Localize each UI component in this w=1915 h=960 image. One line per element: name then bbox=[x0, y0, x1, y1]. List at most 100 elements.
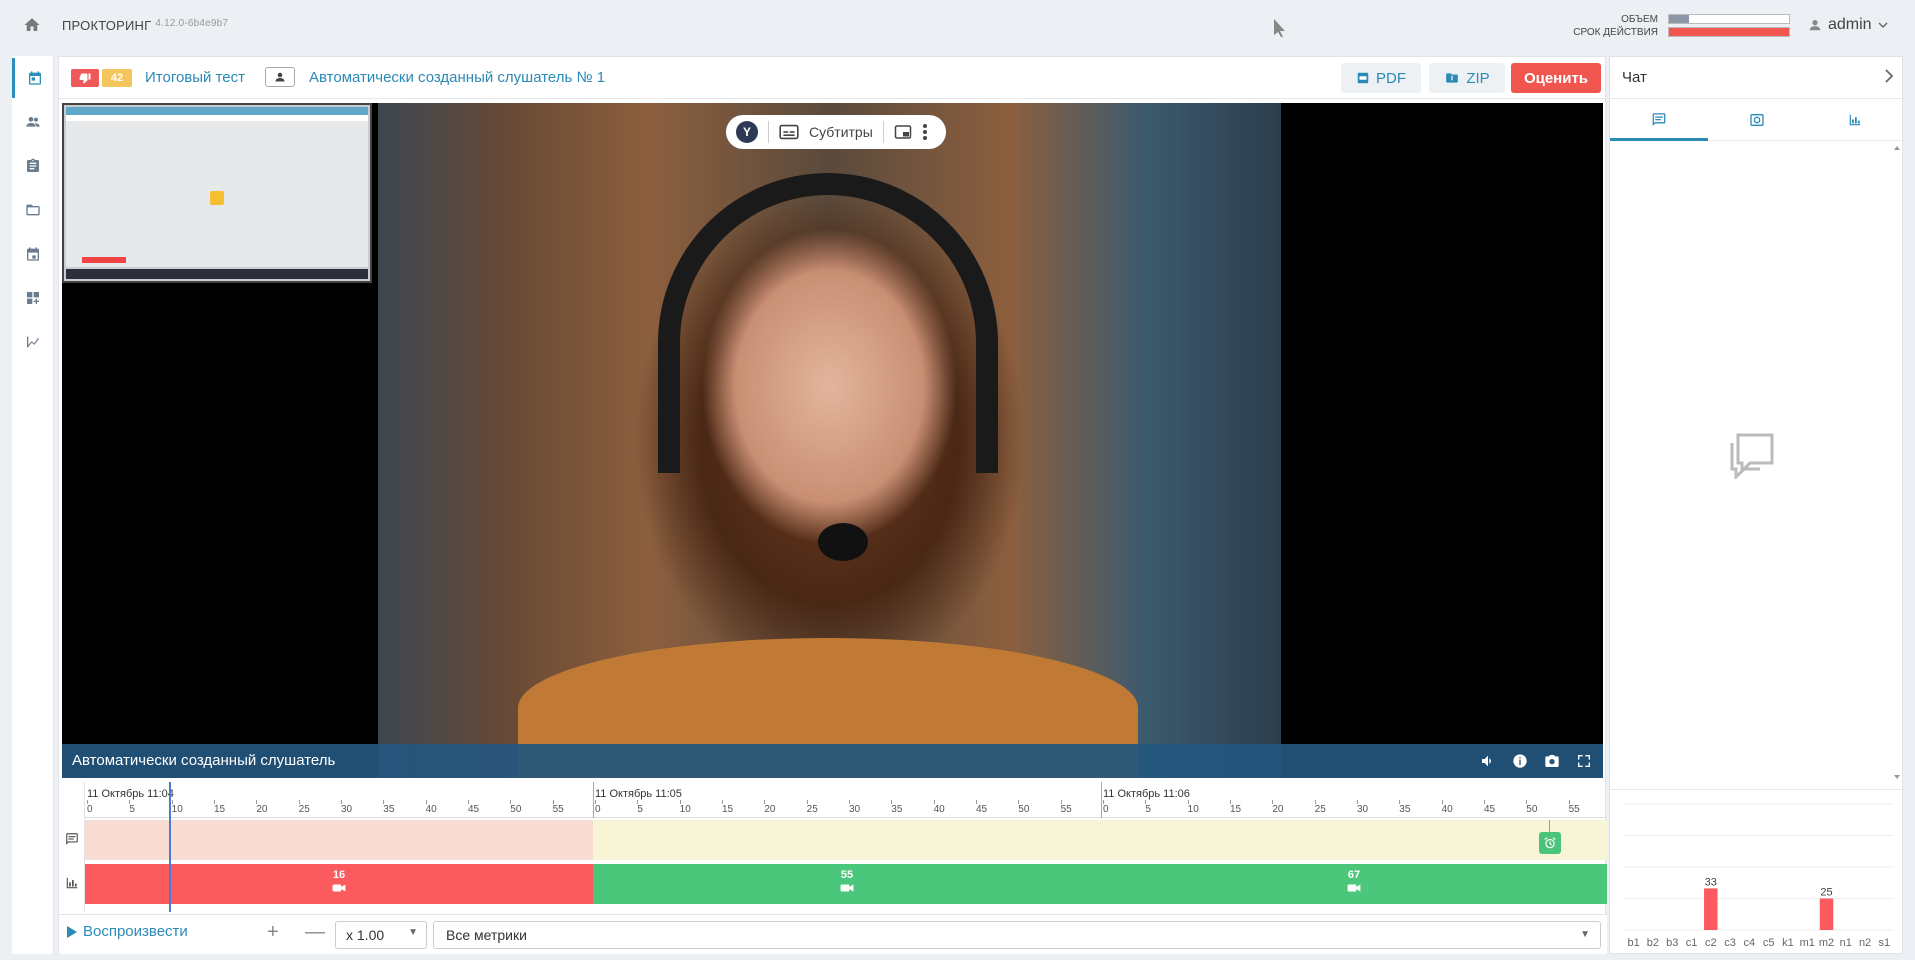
picture-in-picture-icon[interactable] bbox=[894, 124, 912, 140]
listener-profile-button[interactable] bbox=[265, 67, 295, 87]
info-icon[interactable] bbox=[1511, 752, 1529, 770]
subtitles-label[interactable]: Субтитры bbox=[809, 124, 873, 140]
second-tick: 35 bbox=[891, 800, 903, 815]
chart-tick-label: n2 bbox=[1859, 937, 1871, 949]
chart-bar bbox=[1819, 898, 1834, 930]
right-panel-header: Чат bbox=[1610, 57, 1904, 99]
second-tick: 5 bbox=[637, 800, 643, 815]
webcam-feed bbox=[378, 103, 1281, 778]
second-tick: 45 bbox=[975, 800, 988, 815]
chat-scrollbar[interactable] bbox=[1892, 143, 1902, 785]
video-camera-icon bbox=[332, 884, 346, 892]
second-tick: 10 bbox=[679, 800, 691, 815]
top-bar: ПРОКТОРИНГ 4.12.0-6b4e9b7 ОБЪЕМ СРОК ДЕЙС… bbox=[0, 0, 1915, 52]
home-icon[interactable] bbox=[22, 16, 44, 36]
volume-bar-fill bbox=[1669, 15, 1690, 23]
second-tick: 55 bbox=[1568, 800, 1580, 815]
right-panel-tabs bbox=[1610, 99, 1904, 141]
dislike-badge[interactable] bbox=[71, 69, 99, 87]
minute-label: 11 Октябрь 11:06 bbox=[1103, 788, 1190, 800]
rail-reports[interactable] bbox=[12, 146, 54, 186]
yandex-logo-icon[interactable]: Y bbox=[736, 121, 758, 143]
second-tick: 55 bbox=[552, 800, 564, 815]
second-tick: 10 bbox=[171, 800, 183, 815]
metric-segment[interactable]: 67 bbox=[1101, 864, 1607, 904]
pdf-button[interactable]: PDF bbox=[1341, 63, 1421, 93]
chart-tick-label: c1 bbox=[1686, 937, 1698, 949]
volume-icon[interactable] bbox=[1479, 752, 1497, 770]
zoom-in-button[interactable]: + bbox=[267, 921, 279, 944]
metrics-chart: b1 b2 b3 c1 33 c2 c3 c4 c5 k1 m1 25 m2 n1 n2 s1 bbox=[1610, 789, 1904, 953]
chat-messages-area[interactable] bbox=[1610, 143, 1904, 785]
fullscreen-icon[interactable] bbox=[1575, 752, 1593, 770]
chart-data-label: 25 bbox=[1820, 887, 1832, 899]
user-menu[interactable]: admin bbox=[1808, 16, 1888, 34]
tab-chat[interactable] bbox=[1610, 99, 1708, 141]
timeline-track-icons bbox=[59, 782, 85, 912]
test-name-link[interactable]: Итоговый тест bbox=[145, 69, 245, 86]
zip-label: ZIP bbox=[1466, 69, 1490, 87]
second-tick: 45 bbox=[467, 800, 480, 815]
second-tick: 30 bbox=[1356, 800, 1369, 815]
second-tick: 45 bbox=[1483, 800, 1496, 815]
rail-dashboard[interactable] bbox=[12, 278, 54, 318]
more-vertical-icon[interactable] bbox=[922, 123, 928, 141]
second-tick: 25 bbox=[806, 800, 818, 815]
subtitles-icon[interactable] bbox=[779, 124, 799, 140]
collapse-chevron-icon[interactable] bbox=[1884, 67, 1894, 88]
left-rail bbox=[12, 56, 54, 954]
rail-folders[interactable] bbox=[12, 190, 54, 230]
metric-segment[interactable]: 16 bbox=[85, 864, 593, 904]
zoom-out-button[interactable]: — bbox=[305, 921, 325, 944]
chat-icon bbox=[1652, 112, 1666, 126]
toolbar-divider bbox=[882, 121, 884, 143]
metrics-track[interactable]: 16 55 67 bbox=[85, 864, 1607, 904]
playback-controls: Воспроизвести + — x 1.00 ▼ Все метрики ▼ bbox=[59, 914, 1607, 954]
time-ruler[interactable]: 11 Октябрь 11:04 0 5 10 15 20 25 30 35 40 45 50 55 11… bbox=[85, 782, 1607, 818]
chart-tick-label: m2 bbox=[1819, 937, 1834, 949]
metric-segment[interactable]: 55 bbox=[593, 864, 1101, 904]
rail-sessions[interactable] bbox=[12, 58, 54, 98]
app-version: 4.12.0-6b4e9b7 bbox=[155, 18, 229, 29]
timeline[interactable]: 11 Октябрь 11:04 0 5 10 15 20 25 30 35 40 45 50 55 11… bbox=[59, 782, 1607, 912]
listener-name-link[interactable]: Автоматически созданный слушатель № 1 bbox=[309, 69, 605, 86]
quota-labels: ОБЪЕМ СРОК ДЕЙСТВИЯ bbox=[1540, 13, 1658, 39]
validity-label: СРОК ДЕЙСТВИЯ bbox=[1573, 27, 1658, 38]
app-title: ПРОКТОРИНГ bbox=[62, 18, 152, 33]
second-tick: 50 bbox=[1018, 800, 1030, 815]
zip-folder-icon bbox=[1446, 73, 1459, 83]
chart-tick-label: c5 bbox=[1763, 937, 1775, 949]
chat-events-track[interactable] bbox=[85, 820, 1607, 860]
metric-value: 55 bbox=[840, 869, 854, 881]
rate-button[interactable]: Оценить bbox=[1511, 63, 1601, 93]
speed-select[interactable]: x 1.00 ▼ bbox=[335, 921, 427, 949]
playhead[interactable] bbox=[169, 782, 171, 912]
right-panel-title: Чат bbox=[1622, 69, 1647, 86]
toolbar-divider bbox=[768, 121, 769, 143]
thumb-taskbar bbox=[66, 269, 368, 279]
play-button[interactable]: Воспроизвести bbox=[67, 923, 188, 940]
zip-button[interactable]: ZIP bbox=[1429, 63, 1505, 93]
tab-metrics[interactable] bbox=[1806, 99, 1904, 141]
rail-users[interactable] bbox=[12, 102, 54, 142]
chevron-down-icon bbox=[1878, 22, 1888, 29]
video-player[interactable]: Y Субтитры Автоматически созданный слуша… bbox=[62, 103, 1603, 778]
validity-bar bbox=[1668, 27, 1790, 37]
second-tick: 50 bbox=[510, 800, 522, 815]
screen-capture-thumbnail[interactable] bbox=[62, 103, 372, 283]
second-tick: 0 bbox=[87, 800, 93, 815]
chart-tick-label: c4 bbox=[1744, 937, 1756, 949]
second-tick: 40 bbox=[1441, 800, 1453, 815]
analytics-icon bbox=[27, 336, 39, 348]
metrics-select[interactable]: Все метрики ▼ bbox=[433, 921, 1601, 949]
camera-snapshot-icon[interactable] bbox=[1543, 752, 1561, 770]
rail-analytics[interactable] bbox=[12, 322, 54, 362]
second-tick: 35 bbox=[1399, 800, 1411, 815]
volume-label: ОБЪЕМ bbox=[1621, 14, 1658, 25]
rail-schedule[interactable] bbox=[12, 234, 54, 274]
pdf-file-icon bbox=[1357, 72, 1369, 84]
second-tick: 5 bbox=[129, 800, 135, 815]
dashboard-add-icon bbox=[27, 292, 39, 304]
tab-alarms[interactable] bbox=[1708, 99, 1806, 141]
alarm-event-icon[interactable] bbox=[1539, 832, 1561, 854]
